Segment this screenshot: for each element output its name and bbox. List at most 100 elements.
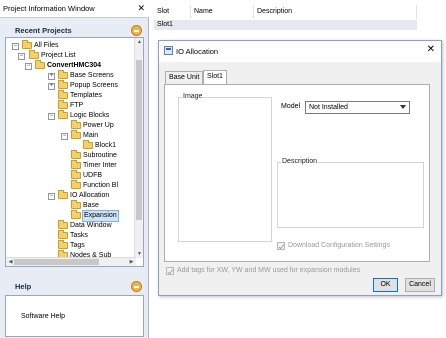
tree-item-label: Timer Inter	[83, 162, 117, 169]
collapse-help-icon[interactable]	[131, 281, 142, 292]
tree-item-io-allocation[interactable]: IO Allocation	[58, 190, 109, 201]
tree-item-label: UDFB	[83, 172, 103, 179]
collapse-recent-projects-icon[interactable]	[131, 25, 142, 36]
tree-item-label: Popup Screens	[70, 82, 118, 89]
scrollbar-thumb[interactable]	[136, 60, 142, 220]
scroll-down-icon[interactable]: ▼	[135, 251, 143, 257]
io-allocation-dialog: IO Allocation ✕ Base Unit Slot1 Image Mo…	[158, 40, 442, 296]
collapse-project-list-icon[interactable]: −	[18, 53, 25, 60]
folder-icon	[29, 50, 39, 59]
collapse-all-files-icon[interactable]: −	[12, 43, 19, 50]
folder-icon	[58, 230, 68, 239]
tree-item-templates[interactable]: Templates	[58, 90, 102, 101]
folder-icon	[58, 100, 68, 109]
tab-base-unit[interactable]: Base Unit	[165, 71, 204, 84]
tree-item-project[interactable]: ConvertHMC304	[35, 60, 102, 71]
folder-icon	[71, 150, 81, 159]
column-header-description[interactable]: Description	[254, 5, 417, 19]
tab-page-slot1: Image Model Not Installed Description Do…	[164, 84, 430, 262]
folder-icon	[22, 40, 32, 49]
scroll-up-icon[interactable]: ▲	[135, 39, 143, 45]
image-group: Image	[178, 93, 272, 242]
description-group: Description	[277, 158, 424, 228]
description-group-label: Description	[281, 158, 319, 165]
tree-item-label: All Files	[34, 42, 59, 49]
model-label: Model	[281, 103, 301, 110]
tree-horizontal-scrollbar[interactable]: ◀ ▶	[6, 257, 136, 266]
tree-item-timer-interrupt[interactable]: Timer Inter	[71, 160, 117, 171]
tree-item-data-window[interactable]: Data Window	[58, 220, 112, 231]
folder-icon	[58, 90, 68, 99]
expand-popup-screens-icon[interactable]: +	[48, 83, 55, 90]
help-panel: Software Help	[5, 295, 144, 337]
tree-item-popup-screens[interactable]: Popup Screens	[58, 80, 118, 91]
column-header-slot[interactable]: Slot	[154, 5, 191, 19]
add-tags-label: Add tags for XW, YW and MW used for expa…	[177, 267, 361, 274]
tree-item-base-screens[interactable]: Base Screens	[58, 70, 114, 81]
tree-item-label: Expansion	[82, 210, 119, 222]
folder-icon	[71, 180, 81, 189]
download-config-label: Download Configuration Settings	[288, 242, 390, 249]
recent-projects-title: Recent Projects	[15, 26, 72, 35]
scroll-right-icon[interactable]: ▶	[127, 259, 136, 265]
model-dropdown[interactable]: Not Installed	[305, 101, 410, 114]
expand-base-screens-icon[interactable]: +	[48, 73, 55, 80]
scrollbar-thumb[interactable]	[14, 259, 99, 265]
tree-item-label: FTP	[70, 102, 84, 109]
folder-icon	[58, 80, 68, 89]
tree-vertical-scrollbar[interactable]: ▲ ▼	[134, 38, 143, 258]
folder-icon	[71, 200, 81, 209]
tree-item-label: ConvertHMC304	[47, 62, 102, 69]
collapse-project-icon[interactable]: −	[25, 63, 32, 70]
folder-icon	[71, 130, 81, 139]
close-icon[interactable]: ✕	[427, 44, 435, 56]
table-row[interactable]: Slot1	[154, 20, 417, 30]
tree-item-label: Subroutine	[83, 152, 117, 159]
folder-icon	[71, 210, 81, 219]
help-link[interactable]: Software Help	[21, 313, 65, 320]
folder-icon	[58, 240, 68, 249]
tree-item-block1[interactable]: Block1	[83, 140, 117, 151]
tree-item-expansion[interactable]: Expansion	[71, 210, 119, 222]
tree-item-label: Tags	[70, 242, 85, 249]
image-group-label: Image	[182, 93, 204, 100]
download-config-checkbox[interactable]	[277, 242, 285, 250]
tree-item-function-block[interactable]: Function Bl	[71, 180, 119, 191]
tree-item-label: Base	[83, 202, 99, 209]
folder-icon	[71, 120, 81, 129]
tree-item-label: Block1	[95, 142, 117, 149]
tree-item-label: Function Bl	[83, 182, 119, 189]
tree-item-label: Power Up	[83, 122, 114, 129]
folder-icon	[58, 220, 68, 229]
tree-item-logic-blocks[interactable]: Logic Blocks	[58, 110, 109, 121]
collapse-main-icon[interactable]: −	[61, 133, 68, 140]
project-tree: − − − + + − − − All Files Project List C…	[5, 37, 144, 267]
ok-button[interactable]: OK	[373, 278, 398, 292]
project-window-title: Project Information Window	[3, 4, 95, 13]
dialog-title: IO Allocation	[176, 47, 219, 56]
folder-icon	[71, 170, 81, 179]
tab-slot1[interactable]: Slot1	[203, 70, 227, 84]
slot-table: Slot Name Description Slot1	[154, 5, 417, 30]
folder-icon	[71, 160, 81, 169]
folder-icon	[58, 70, 68, 79]
tree-item-label: Data Window	[70, 222, 112, 229]
tree-item-label: Tasks	[70, 232, 88, 239]
tree-item-all-files[interactable]: All Files	[22, 40, 59, 51]
project-window-titlebar: Project Information Window ✕	[0, 0, 149, 18]
tree-item-label: Base Screens	[70, 72, 114, 79]
help-title: Help	[15, 282, 32, 291]
add-tags-checkbox[interactable]	[166, 267, 174, 275]
dialog-body: Base Unit Slot1 Image Model Not Installe…	[159, 62, 441, 295]
table-cell-slot: Slot1	[157, 21, 173, 28]
dialog-app-icon	[164, 46, 173, 55]
tree-item-subroutine[interactable]: Subroutine	[71, 150, 117, 161]
close-icon[interactable]: ✕	[137, 3, 145, 13]
column-header-name[interactable]: Name	[191, 5, 254, 19]
model-dropdown-value: Not Installed	[309, 104, 348, 111]
folder-icon	[83, 140, 93, 149]
cancel-button[interactable]: Cancel	[405, 278, 435, 292]
collapse-io-allocation-icon[interactable]: −	[48, 193, 55, 200]
tree-item-power-up[interactable]: Power Up	[71, 120, 114, 131]
collapse-logic-blocks-icon[interactable]: −	[48, 113, 55, 120]
